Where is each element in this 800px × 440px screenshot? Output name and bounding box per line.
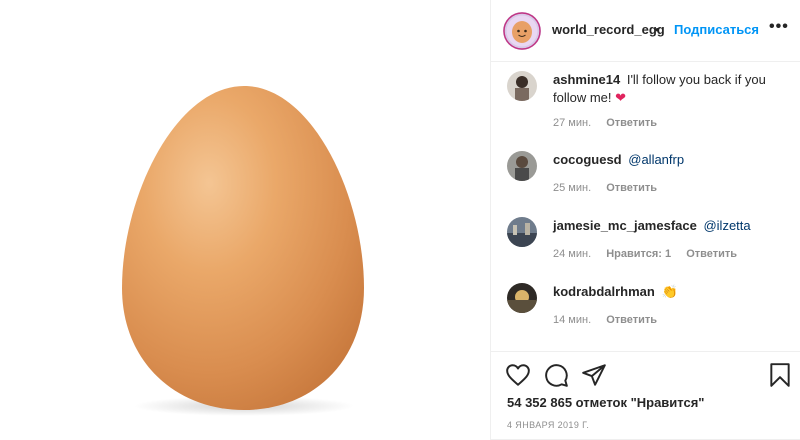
- comment-mention[interactable]: @allanfrp: [628, 152, 684, 167]
- comment-avatar[interactable]: [507, 151, 537, 181]
- reply-button[interactable]: Ответить: [606, 314, 657, 326]
- comment-body: jamesie_mc_jamesface @ilzetta: [553, 217, 783, 235]
- comment-meta: 25 мин. Ответить: [553, 182, 669, 194]
- follow-button[interactable]: Подписаться: [674, 22, 759, 37]
- post-actions: 54 352 865 отметок "Нравится" 4 ЯНВАРЯ 2…: [491, 351, 800, 440]
- comment-mention[interactable]: @ilzetta: [703, 218, 750, 233]
- reply-button[interactable]: Ответить: [606, 182, 657, 194]
- comment-time[interactable]: 27 мин.: [553, 117, 591, 129]
- comment-username[interactable]: cocoguesd: [553, 152, 622, 167]
- comment-username[interactable]: jamesie_mc_jamesface: [553, 218, 697, 233]
- bookmark-icon[interactable]: [767, 362, 793, 388]
- comment-username[interactable]: kodrabdalrhman: [553, 284, 655, 299]
- comment-likes[interactable]: Нравится: 1: [606, 248, 671, 260]
- comment-username[interactable]: ashmine14: [553, 72, 620, 87]
- profile-avatar[interactable]: [503, 12, 541, 50]
- comment-meta: 27 мин. Ответить: [553, 117, 669, 129]
- heart-icon[interactable]: [505, 362, 531, 388]
- likes-count[interactable]: 54 352 865 отметок "Нравится": [507, 395, 704, 410]
- comment-icon[interactable]: [543, 362, 569, 388]
- post-username[interactable]: world_record_egg: [552, 22, 665, 37]
- comment-meta: 24 мин. Нравится: 1 Ответить: [553, 248, 749, 260]
- comment-body: ashmine14 I'll follow you back if you fo…: [553, 71, 783, 107]
- reply-button[interactable]: Ответить: [606, 117, 657, 129]
- post-side-panel: world_record_egg • Подписаться ••• ashmi…: [490, 0, 800, 440]
- comment-meta: 14 мин. Ответить: [553, 314, 669, 326]
- comment-body: kodrabdalrhman 👏: [553, 283, 783, 301]
- reply-button[interactable]: Ответить: [686, 248, 737, 260]
- comment-time[interactable]: 24 мин.: [553, 248, 591, 260]
- comment-time[interactable]: 14 мин.: [553, 314, 591, 326]
- egg-image: [122, 86, 364, 416]
- heart-emoji-icon: ❤: [615, 90, 627, 105]
- post-header: world_record_egg • Подписаться •••: [491, 0, 800, 62]
- post-photo[interactable]: [0, 0, 490, 440]
- comment-body: cocoguesd @allanfrp: [553, 151, 783, 169]
- post-date[interactable]: 4 ЯНВАРЯ 2019 Г.: [507, 420, 589, 430]
- separator-dot: •: [655, 22, 660, 37]
- clap-emoji-icon: 👏: [661, 284, 678, 299]
- comment-avatar[interactable]: [507, 217, 537, 247]
- more-options-icon[interactable]: •••: [769, 18, 789, 36]
- share-icon[interactable]: [581, 362, 607, 388]
- comment-avatar[interactable]: [507, 71, 537, 101]
- comment-avatar[interactable]: [507, 283, 537, 313]
- comment-time[interactable]: 25 мин.: [553, 182, 591, 194]
